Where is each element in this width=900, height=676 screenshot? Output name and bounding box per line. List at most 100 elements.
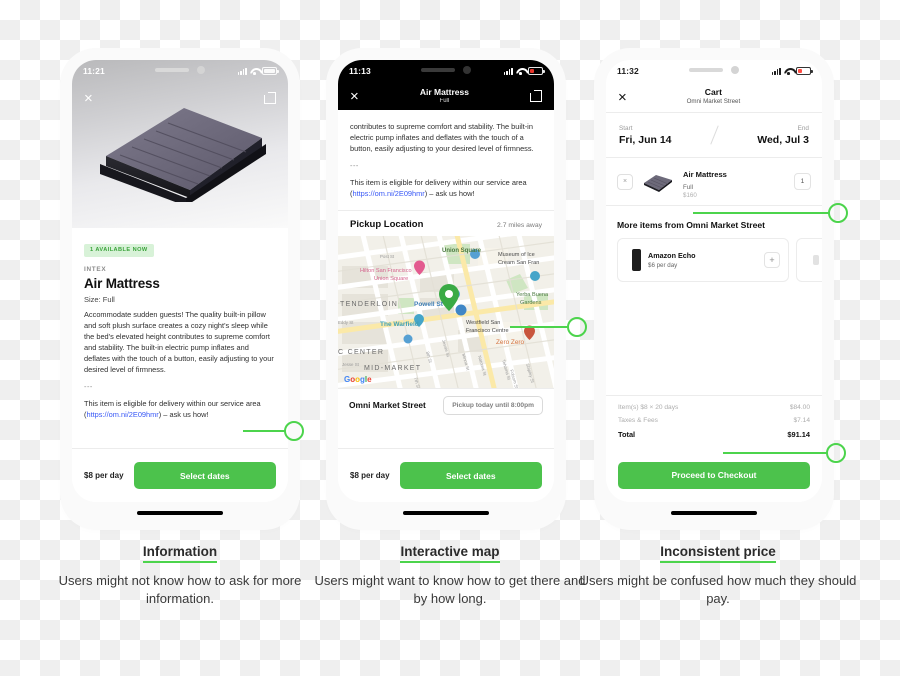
more-items-carousel[interactable]: Amazon Echo $6 per day + [617, 238, 822, 282]
suggested-item-price: $6 per day [648, 262, 678, 269]
summary-row: Item(s) $8 × 20 days $84.00 [618, 404, 810, 411]
suggested-item-card-partial[interactable] [796, 238, 822, 282]
amazon-echo-thumbnail [632, 249, 641, 271]
battery-low-icon [528, 67, 545, 75]
annotation-line [723, 452, 827, 454]
text-divider: --- [350, 161, 359, 171]
add-item-button[interactable]: + [764, 252, 780, 268]
availability-badge: 1 AVAILABLE NOW [84, 243, 154, 257]
delivery-eligibility-text: This item is eligible for delivery withi… [84, 398, 276, 420]
delivery-link[interactable]: https://om.ni/2E09hmr [352, 189, 424, 198]
start-date[interactable]: Start Fri, Jun 14 [619, 125, 672, 146]
home-indicator [671, 511, 757, 515]
close-icon[interactable]: × [350, 89, 359, 104]
battery-full-icon [262, 67, 279, 75]
status-time: 11:32 [617, 66, 639, 76]
delivery-link[interactable]: https://om.ni/2E09hmr [86, 410, 158, 419]
phone-mockup-pickup-location: 11:13 × Air Mattress Full contributes to… [332, 54, 560, 524]
remove-item-button[interactable]: × [617, 173, 633, 190]
map-view[interactable]: Union Square Museum of Ice Cream San Fra… [338, 235, 554, 388]
svg-text:Zero Zero: Zero Zero [496, 339, 525, 346]
scroll-content[interactable]: contributes to supreme comfort and stabi… [338, 110, 554, 448]
battery-low-icon [796, 67, 813, 75]
product-info-body: 1 AVAILABLE NOW INTEX Air Mattress Size:… [72, 228, 288, 448]
device-notch [660, 60, 768, 80]
svg-text:Jesse St: Jesse St [342, 362, 360, 367]
front-camera [197, 66, 205, 74]
suggested-item-details: Amazon Echo $6 per day [648, 251, 757, 269]
description-block: contributes to supreme comfort and stabi… [338, 110, 554, 210]
caption-heading: Inconsistent price [660, 544, 776, 563]
product-bottom-bar: $8 per day Select dates [72, 448, 288, 502]
select-dates-button[interactable]: Select dates [133, 462, 276, 489]
cart-item-details: Air Mattress Full $160 [683, 164, 786, 199]
wifi-icon [250, 68, 259, 75]
share-icon[interactable] [530, 90, 542, 102]
front-camera [463, 66, 471, 74]
annotation-line [510, 326, 568, 328]
proceed-to-checkout-button[interactable]: Proceed to Checkout [618, 461, 810, 489]
svg-text:TENDERLOIN: TENDERLOIN [340, 301, 398, 308]
svg-text:Hilton San Francisco: Hilton San Francisco [360, 268, 412, 274]
svg-text:Gardens: Gardens [520, 300, 542, 306]
eligibility-suffix: ) – ask us how! [158, 410, 209, 420]
svg-text:Powell St: Powell St [414, 301, 444, 308]
caption-heading: Interactive map [400, 544, 500, 563]
front-camera [731, 66, 739, 74]
nav-title-group: Air Mattress Full [420, 87, 469, 104]
device-notch [126, 60, 234, 80]
annotation-callout-map [510, 317, 587, 337]
cart-item-quantity[interactable]: 1 [794, 173, 811, 190]
svg-text:Francisco Centre: Francisco Centre [466, 328, 509, 334]
status-indicators [503, 67, 545, 75]
price-label: $8 per day [350, 471, 390, 480]
select-dates-button[interactable]: Select dates [399, 462, 542, 489]
product-brand: INTEX [84, 265, 107, 273]
pickup-row: Omni Market Street Pickup today until 8:… [338, 387, 554, 422]
annotation-ring [284, 421, 304, 441]
signal-bars-icon [771, 67, 781, 75]
close-icon[interactable]: × [84, 91, 93, 106]
product-nav-row: × [72, 86, 288, 110]
map-attribution: Google [344, 375, 372, 384]
start-date-value: Fri, Jun 14 [619, 133, 672, 146]
device-notch [392, 60, 500, 80]
phone-mockup-product-detail: × 11:21 1 AVAILABLE NOW INTEX Air Mattre… [66, 54, 294, 524]
cart-item-size: Full [683, 183, 693, 191]
caption-inconsistent-price: Inconsistent price Users might be confus… [578, 543, 858, 608]
end-date-value: Wed, Jul 3 [757, 133, 809, 146]
total-value: $91.14 [787, 430, 810, 439]
close-icon[interactable]: × [618, 90, 627, 105]
pickup-hours-pill[interactable]: Pickup today until 8:00pm [443, 395, 543, 415]
summary-label: Taxes & Fees [618, 417, 658, 424]
navigation-bar: × Cart Omni Market Street [606, 82, 822, 112]
speaker-grille [689, 68, 723, 72]
share-icon[interactable] [264, 92, 276, 104]
summary-value: $84.00 [789, 404, 810, 411]
annotation-ring [828, 203, 848, 223]
suggested-item-name: Amazon Echo [648, 251, 696, 260]
eligibility-suffix: ) – ask us how! [424, 189, 475, 199]
status-time: 11:13 [349, 66, 371, 76]
summary-row: Taxes & Fees $7.14 [618, 417, 810, 424]
product-size: Size: Full [84, 294, 115, 304]
navigation-bar: × Air Mattress Full [338, 82, 554, 110]
svg-text:MID-MARKET: MID-MARKET [364, 365, 421, 372]
speaker-grille [421, 68, 455, 72]
text-divider: --- [84, 382, 93, 392]
svg-text:C CENTER: C CENTER [338, 349, 384, 356]
rental-date-range[interactable]: Start Fri, Jun 14 End Wed, Jul 3 [606, 112, 822, 158]
svg-text:Westfield San: Westfield San [466, 320, 500, 326]
product-hero-image: × [72, 60, 288, 228]
speaker-grille [155, 68, 189, 72]
date-separator [710, 125, 719, 145]
cart-item-thumbnail [644, 174, 672, 192]
pickup-location-header: Pickup Location 2.7 miles away [338, 209, 554, 236]
end-date[interactable]: End Wed, Jul 3 [757, 125, 809, 146]
map-canvas[interactable]: Union Square Museum of Ice Cream San Fra… [338, 235, 554, 388]
summary-label: Item(s) $8 × 20 days [618, 404, 679, 411]
suggested-item-card[interactable]: Amazon Echo $6 per day + [617, 238, 789, 282]
start-date-label: Start [619, 124, 633, 132]
status-indicators [237, 67, 279, 75]
svg-text:Union Square: Union Square [374, 276, 408, 282]
